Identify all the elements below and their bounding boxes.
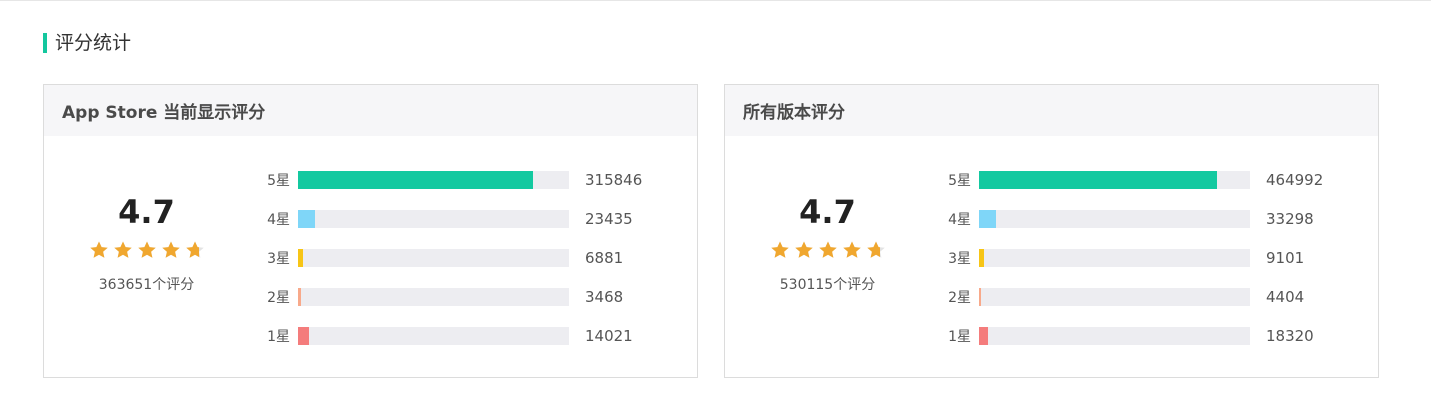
bar-track — [979, 171, 1250, 189]
rating-row-2: 2星 4404 — [930, 287, 1304, 307]
row-label: 2星 — [267, 290, 290, 306]
row-value: 23435 — [585, 210, 633, 228]
row-value: 18320 — [1266, 327, 1314, 345]
rating-row-5: 5星 315846 — [249, 170, 642, 190]
rating-distribution: 5星 315846 4星 23435 3星 6881 2星 3468 1星 14… — [249, 136, 689, 378]
rating-row-2: 2星 3468 — [249, 287, 623, 307]
all-versions-rating-card: 所有版本评分 4.7 530115个评分 5星 464992 4星 33298 … — [724, 84, 1379, 378]
bar-track — [979, 249, 1250, 267]
bar-track — [979, 288, 1250, 306]
card-title: 所有版本评分 — [743, 103, 845, 123]
rating-summary: 4.7 530115个评分 — [725, 136, 930, 378]
star-icon — [161, 240, 181, 260]
bar-track — [979, 327, 1250, 345]
card-header: App Store 当前显示评分 — [44, 85, 697, 136]
bar-fill — [979, 210, 997, 228]
section-header: 评分统计 — [43, 31, 131, 55]
rating-row-3: 3星 9101 — [930, 248, 1304, 268]
bar-track — [298, 249, 569, 267]
row-label: 1星 — [948, 329, 971, 345]
row-label: 4星 — [948, 212, 971, 228]
bar-fill — [979, 288, 982, 306]
average-score: 4.7 — [799, 193, 856, 231]
card-title: App Store 当前显示评分 — [62, 103, 266, 123]
rating-count: 530115个评分 — [779, 277, 876, 293]
rating-row-1: 1星 14021 — [249, 326, 633, 346]
row-value: 6881 — [585, 249, 624, 267]
section-accent-bar — [43, 33, 47, 53]
star-icon — [866, 240, 886, 260]
star-icon — [818, 240, 838, 260]
bar-fill — [298, 327, 309, 345]
bar-fill — [298, 249, 304, 267]
row-label: 1星 — [267, 329, 290, 345]
star-icon — [842, 240, 862, 260]
row-label: 2星 — [948, 290, 971, 306]
star-rating — [44, 240, 249, 260]
bar-fill — [979, 327, 989, 345]
section-title: 评分统计 — [55, 32, 132, 54]
star-icon — [113, 240, 133, 260]
bar-track — [298, 210, 569, 228]
row-value: 14021 — [585, 327, 633, 345]
row-value: 33298 — [1266, 210, 1314, 228]
rating-row-1: 1星 18320 — [930, 326, 1314, 346]
star-icon — [89, 240, 109, 260]
star-rating — [725, 240, 930, 260]
current-rating-card: App Store 当前显示评分 4.7 363651个评分 5星 315846… — [43, 84, 698, 378]
bar-fill — [298, 210, 316, 228]
rating-row-4: 4星 33298 — [930, 209, 1314, 229]
rating-summary: 4.7 363651个评分 — [44, 136, 249, 378]
row-value: 9101 — [1266, 249, 1305, 267]
bar-track — [298, 288, 569, 306]
row-label: 4星 — [267, 212, 290, 228]
row-value: 464992 — [1266, 171, 1324, 189]
average-score: 4.7 — [118, 193, 175, 231]
bar-fill — [979, 249, 984, 267]
bar-track — [979, 210, 1250, 228]
rating-row-4: 4星 23435 — [249, 209, 633, 229]
bar-track — [298, 327, 569, 345]
bar-fill — [979, 171, 1217, 189]
rating-distribution: 5星 464992 4星 33298 3星 9101 2星 4404 1星 18… — [930, 136, 1370, 378]
row-value: 4404 — [1266, 288, 1305, 306]
row-label: 5星 — [948, 173, 971, 189]
star-icon — [794, 240, 814, 260]
row-label: 5星 — [267, 173, 290, 189]
top-divider — [0, 0, 1431, 1]
rating-row-5: 5星 464992 — [930, 170, 1323, 190]
row-value: 3468 — [585, 288, 624, 306]
star-icon — [770, 240, 790, 260]
row-label: 3星 — [267, 251, 290, 267]
bar-fill — [298, 288, 301, 306]
bar-fill — [298, 171, 534, 189]
row-label: 3星 — [948, 251, 971, 267]
row-value: 315846 — [585, 171, 643, 189]
bar-track — [298, 171, 569, 189]
star-icon — [185, 240, 205, 260]
rating-count: 363651个评分 — [98, 277, 195, 293]
star-icon — [137, 240, 157, 260]
rating-row-3: 3星 6881 — [249, 248, 623, 268]
card-header: 所有版本评分 — [725, 85, 1378, 136]
